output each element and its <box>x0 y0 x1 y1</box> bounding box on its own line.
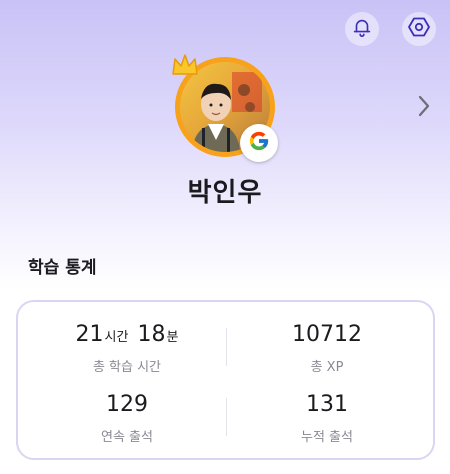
stat-attendance: 131 누적 출석 <box>232 392 422 445</box>
hours-unit: 시간 <box>104 330 129 345</box>
total-time-label: 총 학습 시간 <box>92 360 162 375</box>
total-time-hours: 21 <box>75 322 104 347</box>
total-time-value: 21 시간 18 분 <box>32 322 222 352</box>
streak-label: 연속 출석 <box>101 430 153 445</box>
profile-name: 박인우 <box>187 178 263 208</box>
settings-button[interactable] <box>402 12 436 46</box>
stat-total-xp: 10712 총 XP <box>232 322 422 375</box>
profile-next-button[interactable] <box>412 94 436 122</box>
stat-total-time: 21 시간 18 분 총 학습 시간 <box>32 322 222 375</box>
stats-card: 21 시간 18 분 총 학습 시간 10712 총 XP 129 연속 출석 131… <box>16 300 435 460</box>
total-xp-label: 총 XP <box>310 360 344 375</box>
google-login-badge <box>240 124 278 162</box>
stat-divider <box>226 398 227 436</box>
total-xp-value: 10712 <box>292 322 362 347</box>
bell-icon <box>351 16 373 42</box>
stat-streak: 129 연속 출석 <box>32 392 222 445</box>
stats-section-title: 학습 통계 <box>28 258 97 278</box>
google-icon <box>248 130 270 156</box>
crown-icon <box>170 52 200 82</box>
profile-avatar[interactable] <box>170 52 280 162</box>
attendance-value: 131 <box>306 392 348 417</box>
streak-value: 129 <box>106 392 148 417</box>
chevron-right-icon <box>416 94 432 122</box>
notification-button[interactable] <box>345 12 379 46</box>
total-time-minutes: 18 <box>137 322 166 347</box>
hexagon-settings-icon <box>407 15 431 43</box>
stat-divider <box>226 328 227 366</box>
attendance-label: 누적 출석 <box>301 430 353 445</box>
minutes-unit: 분 <box>166 330 179 345</box>
